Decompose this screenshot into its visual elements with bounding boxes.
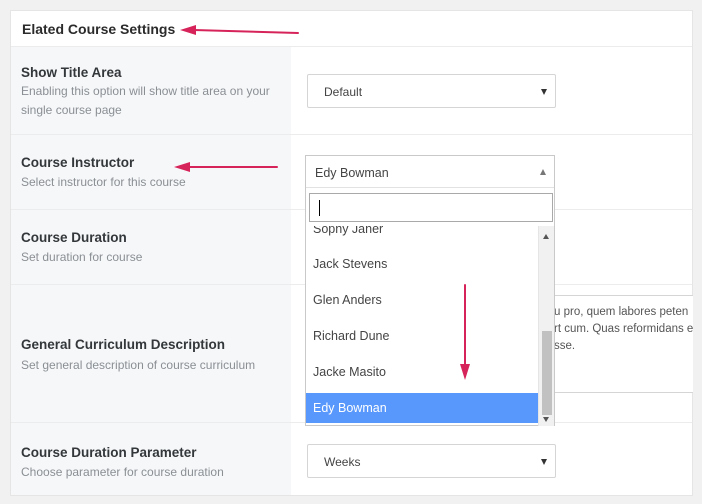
row-duration-parameter: Course Duration Parameter Choose paramet… <box>11 423 692 495</box>
dropdown-option[interactable]: Glen Anders <box>306 285 538 315</box>
scrollbar-thumb[interactable] <box>542 331 552 415</box>
duration-parameter-select[interactable]: Weeks <box>307 444 556 478</box>
panel-title: Elated Course Settings <box>22 21 176 37</box>
dropdown-option[interactable]: Jacke Masito <box>306 357 538 387</box>
curriculum-description-label: General Curriculum Description <box>21 337 226 352</box>
text-cursor <box>319 200 320 216</box>
curriculum-description-desc: Set general description of course curric… <box>21 358 256 372</box>
course-instructor-select[interactable]: Edy Bowman <box>306 156 554 188</box>
curriculum-textarea[interactable]: u pro, quem labores peten rt cum. Quas r… <box>543 295 693 393</box>
chevron-up-icon <box>540 169 546 175</box>
duration-parameter-desc: Choose parameter for course duration <box>21 465 224 479</box>
chevron-down-icon <box>541 89 547 95</box>
dropdown-scrollbar[interactable] <box>538 226 554 426</box>
panel-header: Elated Course Settings <box>11 11 692 47</box>
duration-parameter-label: Course Duration Parameter <box>21 445 197 460</box>
show-title-area-select[interactable]: Default <box>307 74 556 108</box>
dropdown-option[interactable]: Richard Dune <box>306 321 538 351</box>
dropdown-search-input[interactable] <box>309 193 553 222</box>
course-duration-desc: Set duration for course <box>21 250 143 264</box>
show-title-area-label: Show Title Area <box>21 65 122 80</box>
scroll-up-arrow-icon[interactable] <box>543 234 549 239</box>
chevron-down-icon <box>541 459 547 465</box>
row-show-title-area: Show Title Area Enabling this option wil… <box>11 47 692 135</box>
course-instructor-label: Course Instructor <box>21 155 135 170</box>
course-instructor-dropdown[interactable]: Edy Bowman Sophy Janer Jack Stevens Glen… <box>305 155 555 426</box>
dropdown-option-selected[interactable]: Edy Bowman <box>306 393 538 423</box>
course-duration-label: Course Duration <box>21 230 127 245</box>
show-title-area-desc: Enabling this option will show title are… <box>21 84 270 117</box>
dropdown-option[interactable]: Sophy Janer <box>306 226 538 244</box>
dropdown-option[interactable]: Jack Stevens <box>306 249 538 279</box>
scroll-down-arrow-icon[interactable] <box>543 417 549 422</box>
dropdown-option-list[interactable]: Sophy Janer Jack Stevens Glen Anders Ric… <box>306 226 554 426</box>
course-instructor-desc: Select instructor for this course <box>21 175 186 189</box>
